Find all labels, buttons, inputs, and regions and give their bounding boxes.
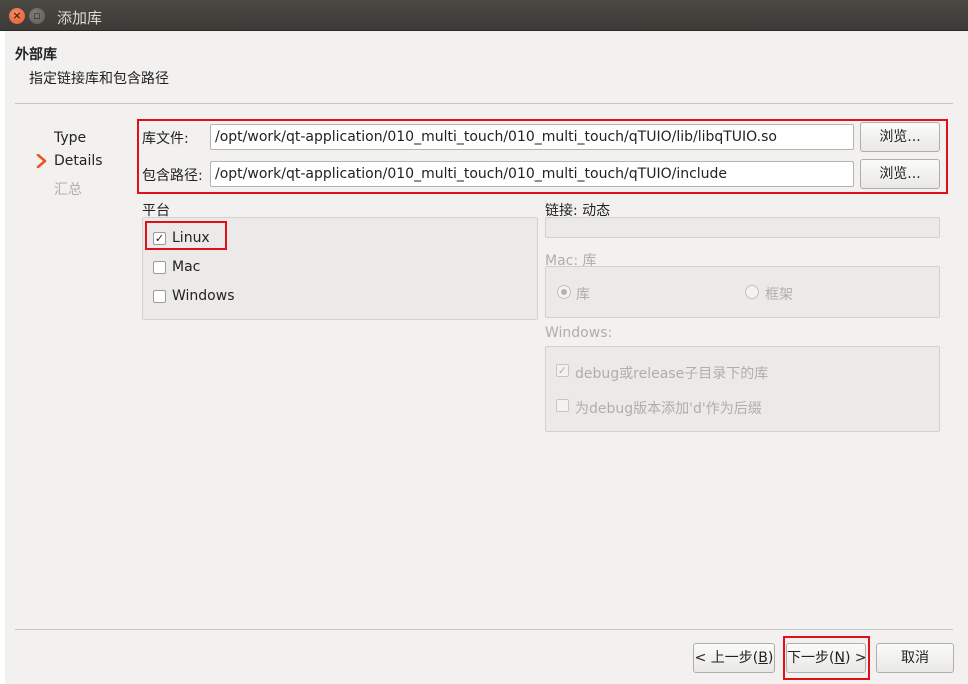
windows-subdir-label: debug或release子目录下的库 [575, 366, 769, 382]
window-title: 添加库 [57, 9, 103, 27]
back-button-mnemonic: B [758, 650, 768, 666]
window-titlebar: × ▫ 添加库 [0, 0, 968, 31]
back-button-text-end: ) [767, 650, 774, 666]
linkage-combobox[interactable] [545, 217, 940, 238]
windows-debug-suffix-label: 为debug版本添加'd'作为后缀 [575, 401, 762, 417]
back-button-text: < 上一步( [694, 650, 759, 666]
mac-framework-radio[interactable] [745, 285, 759, 299]
mac-library-label: 库 [576, 287, 590, 303]
page-title: 外部库 [15, 47, 57, 63]
mac-label: Mac [172, 259, 201, 275]
windows-label: Windows [172, 288, 235, 304]
windows-title: Windows: [545, 325, 613, 341]
step-summary: 汇总 [54, 182, 82, 198]
page-subtitle: 指定链接库和包含路径 [29, 71, 169, 87]
header-divider [15, 103, 953, 104]
cancel-button[interactable]: 取消 [876, 643, 954, 673]
back-button[interactable]: < 上一步(B) [693, 643, 775, 673]
highlight-next [783, 636, 870, 680]
wizard-header: 外部库 指定链接库和包含路径 [5, 31, 968, 103]
close-window-button[interactable]: × [9, 8, 25, 24]
mac-library-radio[interactable] [557, 285, 571, 299]
highlight-linux [145, 221, 227, 250]
windows-debug-suffix-checkbox[interactable] [556, 399, 569, 412]
current-step-arrow-icon [36, 154, 47, 168]
mac-group [545, 266, 940, 318]
step-details: Details [54, 153, 103, 169]
background-window-edge [0, 31, 5, 684]
windows-group [545, 346, 940, 432]
windows-checkbox[interactable] [153, 290, 166, 303]
footer-divider [15, 629, 953, 630]
step-type: Type [54, 130, 87, 146]
maximize-window-button[interactable]: ▫ [29, 8, 45, 24]
highlight-paths [137, 119, 948, 194]
mac-checkbox[interactable] [153, 261, 166, 274]
windows-subdir-checkbox[interactable]: ✓ [556, 364, 569, 377]
mac-framework-label: 框架 [765, 287, 793, 303]
